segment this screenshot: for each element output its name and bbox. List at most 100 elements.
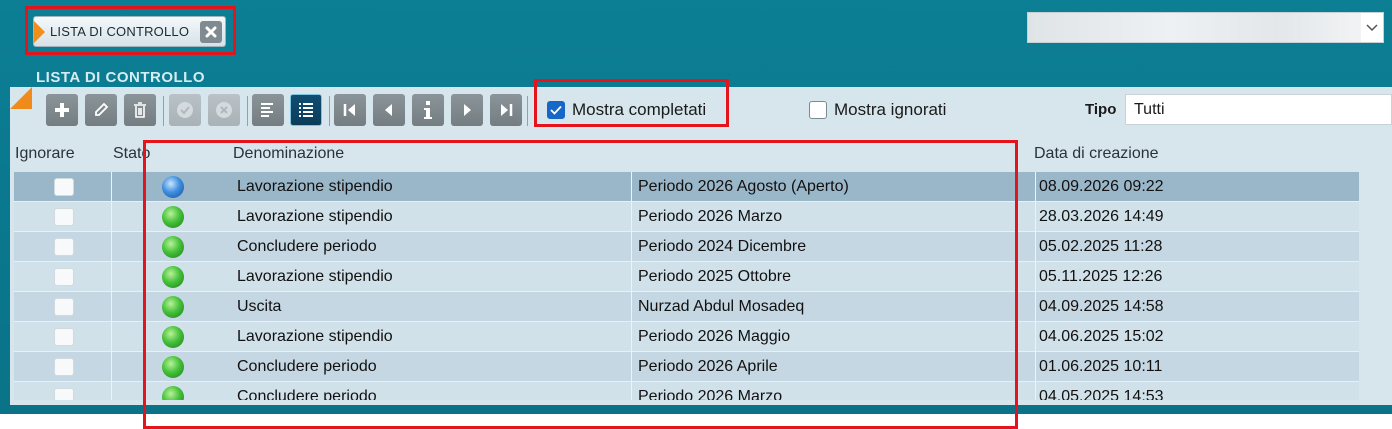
row-period: Nurzad Abdul Mosadeq <box>631 292 1035 322</box>
show-ignored-toggle[interactable]: Mostra ignorati <box>809 100 946 120</box>
show-completed-toggle[interactable]: Mostra completati <box>547 100 706 120</box>
complete-button[interactable] <box>169 94 201 126</box>
last-button[interactable] <box>490 94 522 126</box>
row-date: 05.11.2025 12:26 <box>1035 262 1359 292</box>
table-row[interactable]: Concludere periodo Periodo 2026 Aprile 0… <box>14 352 1359 382</box>
row-ignore-cell[interactable] <box>54 232 74 262</box>
show-completed-checkbox[interactable] <box>547 101 565 119</box>
edit-icon <box>95 102 109 116</box>
prev-icon <box>385 104 392 116</box>
cancel-circle-icon <box>216 102 232 118</box>
corner-accent <box>10 87 32 109</box>
show-ignored-checkbox[interactable] <box>809 101 827 119</box>
row-name: Concludere periodo <box>237 358 377 375</box>
status-indicator-icon <box>162 206 184 228</box>
list-view-button[interactable] <box>290 94 322 126</box>
row-ignore-cell[interactable] <box>54 262 74 292</box>
table-body: Lavorazione stipendio Periodo 2026 Agost… <box>14 172 1359 400</box>
list-view-icon <box>299 103 313 117</box>
table-header: Ignorare Stato Denominazione Data di cre… <box>10 137 1360 170</box>
row-ignore-checkbox[interactable] <box>54 238 74 256</box>
row-name: Lavorazione stipendio <box>237 328 393 345</box>
row-period: Periodo 2026 Maggio <box>631 322 1035 352</box>
ignore-button[interactable] <box>208 94 240 126</box>
tipo-select[interactable]: Tutti <box>1125 94 1392 125</box>
row-period: Periodo 2026 Marzo <box>631 382 1035 400</box>
row-status-cell <box>111 382 231 400</box>
table-row[interactable]: Concludere periodo Periodo 2026 Marzo 04… <box>14 382 1359 400</box>
row-ignore-checkbox[interactable] <box>54 328 74 346</box>
row-name: Concludere periodo <box>237 238 377 255</box>
table-row[interactable]: Lavorazione stipendio Periodo 2026 Agost… <box>14 172 1359 202</box>
row-ignore-cell[interactable] <box>54 382 74 400</box>
status-indicator-icon <box>162 386 184 400</box>
col-header-status[interactable]: Stato <box>113 145 150 163</box>
info-icon <box>424 101 432 119</box>
row-ignore-checkbox[interactable] <box>54 208 74 226</box>
tipo-label: Tipo <box>1085 101 1117 118</box>
prev-button[interactable] <box>373 94 405 126</box>
chevron-down-icon <box>1361 13 1383 42</box>
tab-label: LISTA DI CONTROLLO <box>50 24 190 39</box>
row-name: Lavorazione stipendio <box>237 178 393 195</box>
row-ignore-cell[interactable] <box>54 352 74 382</box>
info-button[interactable] <box>412 94 444 126</box>
table-row[interactable]: Concludere periodo Periodo 2024 Dicembre… <box>14 232 1359 262</box>
row-ignore-cell[interactable] <box>54 322 74 352</box>
tab-arrow-icon <box>34 21 45 43</box>
row-period: Periodo 2025 Ottobre <box>631 262 1035 292</box>
col-header-name[interactable]: Denominazione <box>233 145 344 163</box>
row-ignore-checkbox[interactable] <box>54 268 74 286</box>
row-ignore-checkbox[interactable] <box>54 298 74 316</box>
row-status-cell <box>111 292 231 322</box>
status-indicator-icon <box>162 266 184 288</box>
status-indicator-icon <box>162 356 184 378</box>
company-select[interactable] <box>1027 12 1384 43</box>
edit-button[interactable] <box>85 94 117 126</box>
table-row[interactable]: Lavorazione stipendio Periodo 2026 Maggi… <box>14 322 1359 352</box>
row-period: Periodo 2026 Agosto (Aperto) <box>631 172 1035 202</box>
table-scroll-area <box>1360 170 1392 402</box>
table-row[interactable]: Uscita Nurzad Abdul Mosadeq 04.09.2025 1… <box>14 292 1359 322</box>
row-ignore-cell[interactable] <box>54 172 74 202</box>
show-ignored-label: Mostra ignorati <box>834 100 947 119</box>
row-name: Uscita <box>237 298 282 315</box>
col-header-ignore[interactable]: Ignorare <box>15 145 75 163</box>
next-button[interactable] <box>451 94 483 126</box>
status-indicator-icon <box>162 326 184 348</box>
add-button[interactable] <box>46 94 78 126</box>
first-button[interactable] <box>334 94 366 126</box>
delete-button[interactable] <box>124 94 156 126</box>
row-name: Concludere periodo <box>237 388 377 400</box>
row-period: Periodo 2026 Aprile <box>631 352 1035 382</box>
next-icon <box>464 104 471 116</box>
row-status-cell <box>111 262 231 292</box>
status-indicator-icon <box>162 236 184 258</box>
check-icon <box>550 105 562 115</box>
row-status-cell <box>111 352 231 382</box>
row-ignore-cell[interactable] <box>54 202 74 232</box>
toolbar-separator <box>329 96 330 126</box>
toolbar-separator <box>247 96 248 126</box>
row-status-cell <box>111 172 231 202</box>
table-row[interactable]: Lavorazione stipendio Periodo 2025 Ottob… <box>14 262 1359 292</box>
tab-lista-di-controllo[interactable]: LISTA DI CONTROLLO <box>33 16 226 47</box>
row-ignore-checkbox[interactable] <box>54 388 74 400</box>
table-row[interactable]: Lavorazione stipendio Periodo 2026 Marzo… <box>14 202 1359 232</box>
row-status-cell <box>111 202 231 232</box>
form-view-button[interactable] <box>252 94 284 126</box>
row-ignore-checkbox[interactable] <box>54 358 74 376</box>
row-date: 04.05.2025 14:53 <box>1035 382 1359 400</box>
status-indicator-icon <box>162 176 184 198</box>
row-ignore-cell[interactable] <box>54 292 74 322</box>
col-header-date[interactable]: Data di creazione <box>1034 145 1159 163</box>
row-date: 04.09.2025 14:58 <box>1035 292 1359 322</box>
last-icon <box>501 104 513 116</box>
section-title: LISTA DI CONTROLLO <box>36 69 205 86</box>
plus-icon <box>55 103 69 117</box>
row-date: 08.09.2026 09:22 <box>1035 172 1359 202</box>
row-ignore-checkbox[interactable] <box>54 178 74 196</box>
close-icon[interactable] <box>200 21 222 43</box>
row-date: 04.06.2025 15:02 <box>1035 322 1359 352</box>
row-date: 01.06.2025 10:11 <box>1035 352 1359 382</box>
